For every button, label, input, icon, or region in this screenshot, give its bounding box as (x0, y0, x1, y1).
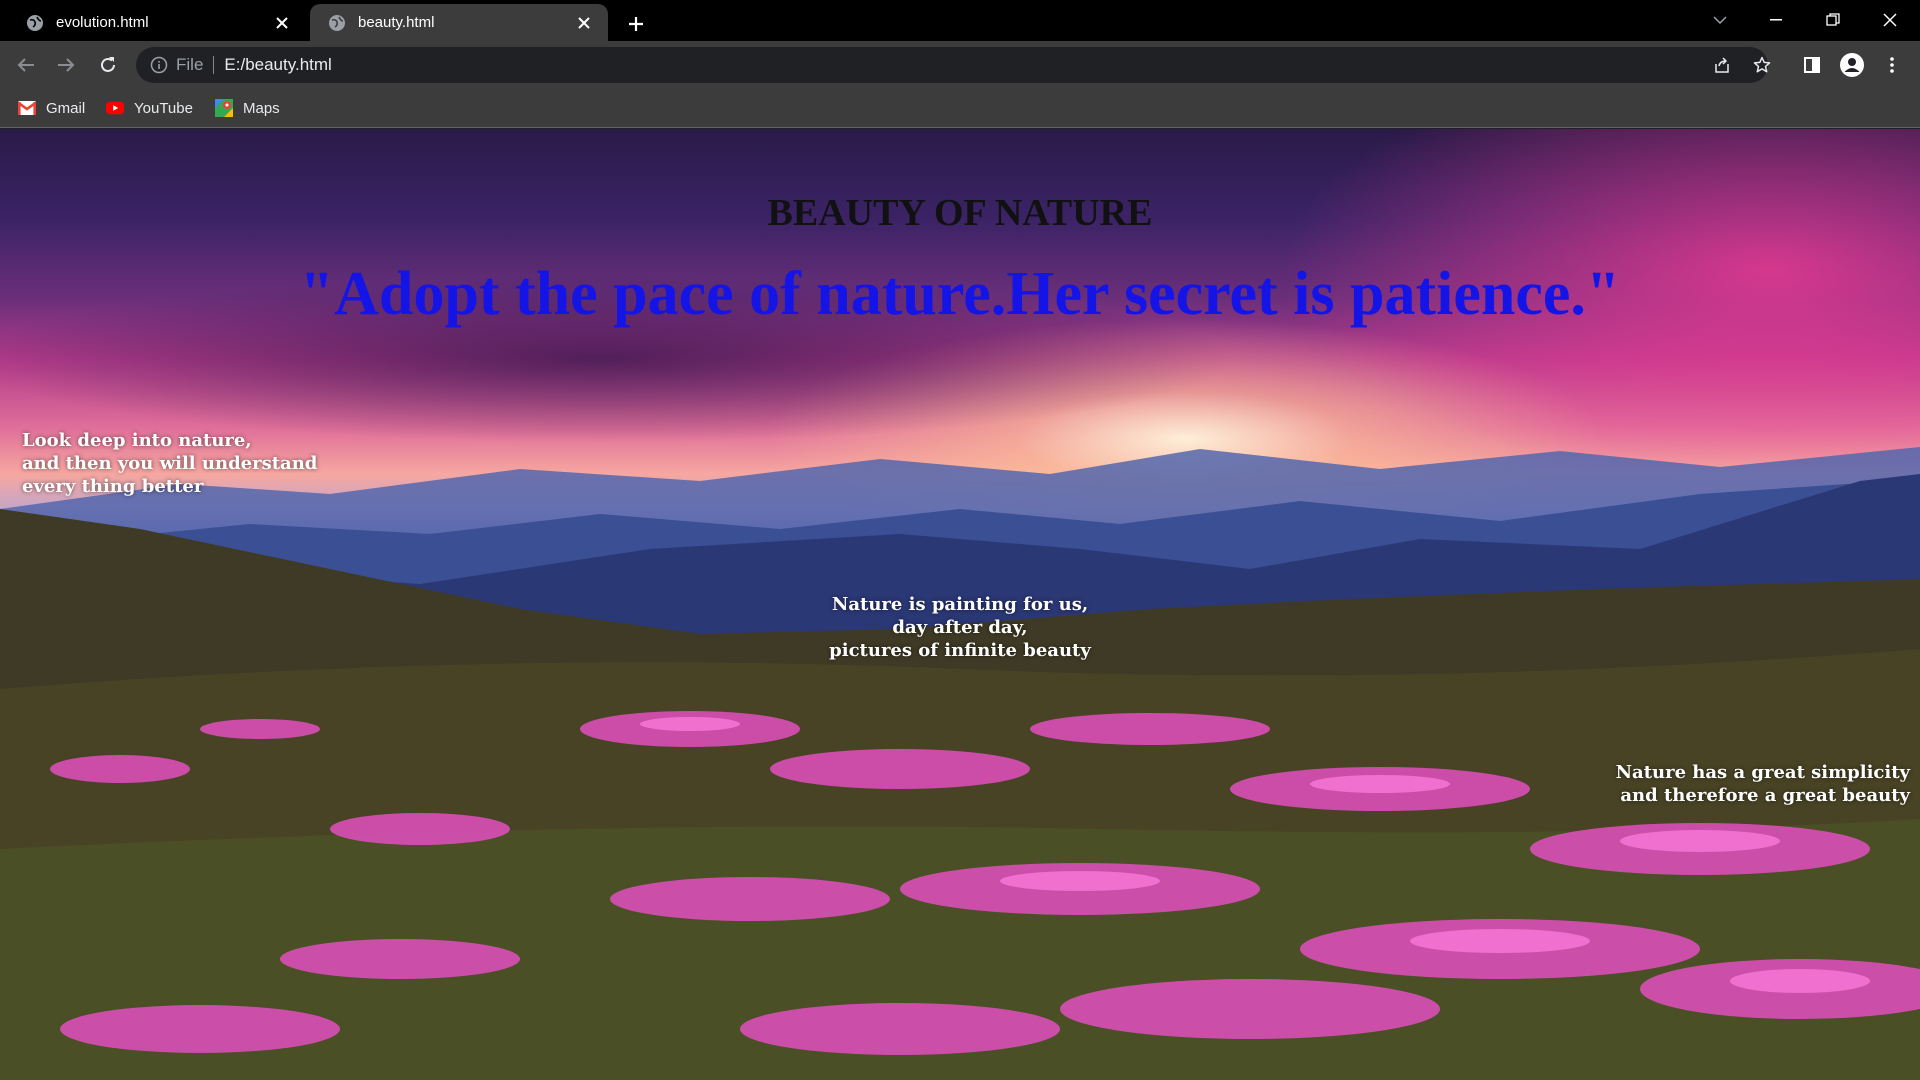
address-bar[interactable]: File E:/beauty.html (136, 47, 1771, 83)
quote-text: "Adopt the pace of nature.Her secret is … (299, 260, 1621, 328)
share-icon (1715, 57, 1729, 73)
arrow-left-icon (17, 58, 34, 72)
url-text[interactable]: E:/beauty.html (224, 55, 331, 75)
quote-center: Nature is painting for us, day after day… (760, 593, 1160, 662)
side-panel-button[interactable] (1796, 49, 1828, 81)
new-tab-button[interactable] (620, 8, 652, 40)
bookmark-label: Gmail (46, 99, 86, 117)
page-heading: BEAUTY OF NATURE (767, 192, 1153, 234)
side-panel-icon (1804, 57, 1820, 73)
tab-search-button[interactable] (1692, 0, 1748, 40)
page-content: BEAUTY OF NATURE "Adopt the pace of natu… (0, 129, 1920, 1080)
bookmark-youtube[interactable]: YouTube (106, 96, 193, 120)
restore-button[interactable] (1805, 0, 1861, 40)
maps-icon (215, 99, 233, 117)
browser-toolbar: File E:/beauty.html (0, 41, 1920, 89)
star-icon (1753, 56, 1771, 73)
tab-title: beauty.html (358, 14, 435, 31)
quote-line: pictures of infinite beauty (829, 640, 1091, 661)
close-icon (1883, 13, 1897, 27)
close-window-button[interactable] (1862, 0, 1918, 40)
chevron-down-icon (1713, 16, 1727, 24)
globe-icon (27, 14, 43, 31)
bookmark-star-button[interactable] (1744, 47, 1780, 83)
bookmark-gmail[interactable]: Gmail (18, 96, 85, 120)
quote-line: and therefore a great beauty (1620, 785, 1910, 806)
menu-button[interactable] (1876, 49, 1908, 81)
divider (213, 56, 215, 74)
tab-strip: evolution.html beauty.html (0, 0, 1920, 41)
forward-button[interactable] (50, 49, 82, 81)
tab-evolution[interactable]: evolution.html (8, 4, 306, 41)
avatar-icon (1840, 53, 1864, 77)
youtube-icon (106, 101, 124, 115)
quote-line: Look deep into nature, (22, 430, 252, 451)
quote-line: day after day, (892, 617, 1028, 638)
minimize-icon (1770, 19, 1782, 21)
back-button[interactable] (10, 49, 42, 81)
quote-line: Nature has a great simplicity (1615, 762, 1910, 783)
share-button[interactable] (1704, 47, 1740, 83)
scheme-label: File (176, 55, 204, 74)
quote-right: Nature has a great simplicity and theref… (1560, 761, 1910, 807)
plus-icon (629, 17, 643, 31)
tab-title: evolution.html (56, 14, 149, 31)
bookmark-maps[interactable]: Maps (215, 96, 280, 120)
reload-button[interactable] (92, 49, 124, 81)
reload-icon (101, 57, 115, 72)
close-tab-icon[interactable] (270, 11, 294, 35)
quote-line: Nature is painting for us, (831, 594, 1089, 615)
arrow-right-icon (58, 58, 75, 72)
profile-button[interactable] (1836, 49, 1868, 81)
close-tab-icon[interactable] (572, 11, 596, 35)
quote-left: Look deep into nature, and then you will… (22, 429, 317, 498)
restore-icon (1826, 13, 1840, 26)
globe-icon (329, 14, 345, 31)
tab-beauty[interactable]: beauty.html (310, 4, 608, 41)
bookmark-label: YouTube (134, 99, 193, 117)
quote-line: every thing better (22, 476, 204, 497)
info-icon[interactable] (150, 56, 168, 74)
kebab-menu-icon (1890, 57, 1894, 73)
minimize-button[interactable] (1748, 0, 1804, 40)
bookmark-label: Maps (243, 99, 280, 117)
gmail-icon (18, 101, 36, 115)
bookmarks-bar: Gmail YouTube Maps (0, 89, 1920, 128)
quote-line: and then you will understand (22, 453, 318, 474)
